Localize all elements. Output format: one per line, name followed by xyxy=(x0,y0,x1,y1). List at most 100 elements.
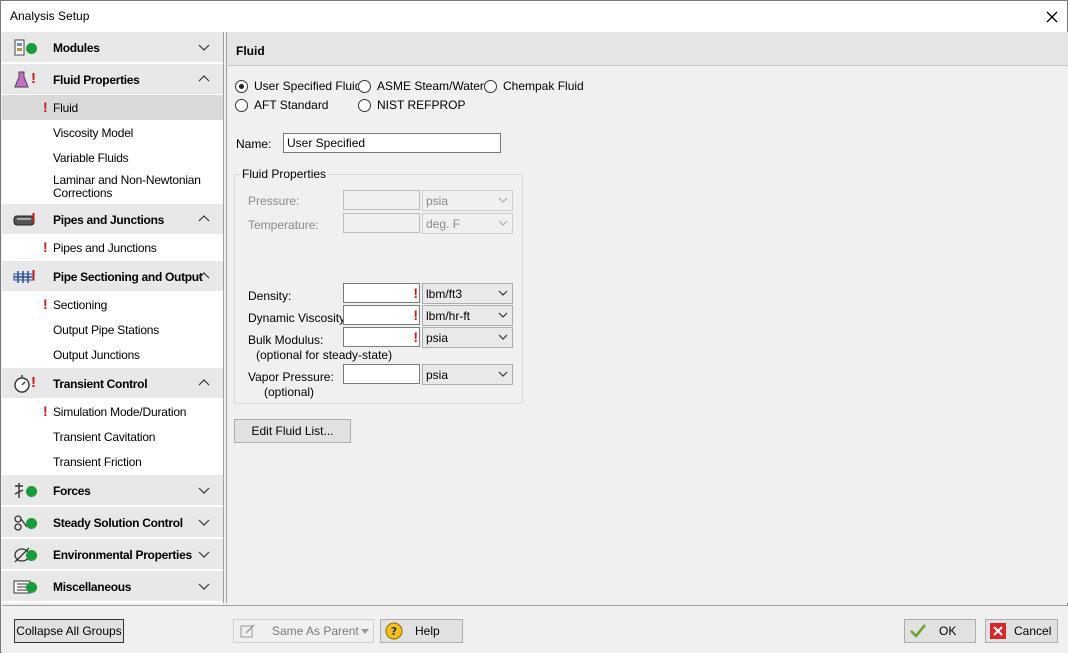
viscosity-label: Dynamic Viscosity: xyxy=(248,311,349,325)
sidebar-item-output-pipe-stations[interactable]: Output Pipe Stations xyxy=(2,317,223,342)
analysis-setup-window: Analysis Setup Modules ! Fluid Propertie… xyxy=(0,0,1068,653)
error-icon: ! xyxy=(43,403,48,419)
group-pipes-and-junctions[interactable]: ! Pipes and Junctions xyxy=(2,204,223,235)
cancel-button[interactable]: Cancel xyxy=(985,619,1058,643)
chevron-down-icon xyxy=(498,312,508,318)
sidebar-item-fluid[interactable]: ! Fluid xyxy=(2,95,223,120)
ok-button[interactable]: OK xyxy=(904,619,976,643)
collapse-all-groups-button[interactable]: Collapse All Groups xyxy=(14,619,124,643)
radio-nist-refprop[interactable]: NIST REFPROP xyxy=(358,98,465,112)
sidebar-item-sectioning[interactable]: ! Sectioning xyxy=(2,292,223,317)
group-modules[interactable]: Modules xyxy=(2,32,223,63)
sidebar-item-label: Laminar and Non-Newtonian Corrections xyxy=(53,174,213,200)
pressure-unit-value: psia xyxy=(426,194,449,208)
vapor-pressure-unit-value: psia xyxy=(426,368,449,382)
sidebar-item-pipes-and-junctions[interactable]: ! Pipes and Junctions xyxy=(2,235,223,260)
sidebar-item-laminar-corrections[interactable]: Laminar and Non-Newtonian Corrections xyxy=(2,170,223,206)
sidebar: Modules ! Fluid Properties ! Fluid Visco… xyxy=(2,32,224,603)
radio-label: Chempak Fluid xyxy=(503,79,584,93)
vapor-pressure-label: Vapor Pressure: xyxy=(248,370,334,384)
viscosity-input[interactable]: ! xyxy=(343,305,420,325)
group-label: Modules xyxy=(53,41,100,55)
ok-check-icon xyxy=(26,550,37,561)
dropdown-arrow-icon xyxy=(361,629,369,634)
temperature-label: Temperature: xyxy=(248,218,319,232)
radio-indicator xyxy=(235,98,248,112)
radio-label: User Specified Fluid xyxy=(254,79,362,93)
sidebar-item-transient-cavitation[interactable]: Transient Cavitation xyxy=(2,424,223,449)
group-label: Transient Control xyxy=(53,377,148,391)
chevron-down-icon xyxy=(498,290,508,296)
chevron-down-icon xyxy=(198,44,210,51)
sidebar-item-variable-fluids[interactable]: Variable Fluids xyxy=(2,145,223,170)
sidebar-item-output-junctions[interactable]: Output Junctions xyxy=(2,342,223,367)
close-button[interactable] xyxy=(1037,1,1067,32)
title-bar: Analysis Setup xyxy=(1,1,1067,32)
sidebar-item-label: Transient Cavitation xyxy=(53,430,156,444)
radio-user-specified-fluid[interactable]: User Specified Fluid xyxy=(235,79,361,93)
group-label: Pipe Sectioning and Output xyxy=(53,270,203,284)
edit-document-icon xyxy=(240,624,255,638)
ok-check-icon xyxy=(26,43,37,54)
window-title: Analysis Setup xyxy=(10,9,90,23)
error-icon: ! xyxy=(31,210,36,227)
sidebar-item-label: Output Junctions xyxy=(53,348,140,362)
group-fluid-properties[interactable]: ! Fluid Properties xyxy=(2,64,223,95)
radio-aft-standard[interactable]: AFT Standard xyxy=(235,98,328,112)
group-environmental-properties[interactable]: Environmental Properties xyxy=(2,539,223,570)
cancel-label: Cancel xyxy=(1014,624,1052,638)
close-icon xyxy=(1046,11,1058,22)
temperature-unit-select: deg. F xyxy=(422,213,513,234)
sidebar-item-transient-friction[interactable]: Transient Friction xyxy=(2,449,223,474)
bulk-modulus-input[interactable]: ! xyxy=(343,327,420,347)
chevron-down-icon xyxy=(198,519,210,526)
group-steady-solution-control[interactable]: Steady Solution Control xyxy=(2,507,223,538)
label-line-2: Corrections xyxy=(53,186,113,200)
required-error-icon: ! xyxy=(413,329,418,345)
error-icon: ! xyxy=(31,267,36,284)
chevron-up-icon xyxy=(198,379,210,386)
radio-asme-steam-water[interactable]: ASME Steam/Water xyxy=(358,79,484,93)
group-pipe-sectioning[interactable]: ! Pipe Sectioning and Output xyxy=(2,261,223,292)
group-label: Forces xyxy=(53,484,91,498)
group-transient-control[interactable]: ! Transient Control xyxy=(2,368,223,399)
svg-text:?: ? xyxy=(391,625,397,638)
sidebar-item-simulation-mode[interactable]: ! Simulation Mode/Duration xyxy=(2,399,223,424)
edit-fluid-list-button[interactable]: Edit Fluid List... xyxy=(234,419,351,443)
help-button[interactable]: ? Help xyxy=(380,619,463,643)
radio-label: ASME Steam/Water xyxy=(377,79,484,93)
bulk-modulus-unit-select[interactable]: psia xyxy=(422,327,513,348)
name-input[interactable]: User Specified xyxy=(283,133,501,153)
radio-indicator xyxy=(484,79,497,93)
chevron-down-icon xyxy=(498,197,508,203)
pressure-input xyxy=(343,190,420,210)
panel-header: Fluid xyxy=(226,32,1068,66)
density-unit-select[interactable]: lbm/ft3 xyxy=(422,283,513,304)
pressure-unit-select: psia xyxy=(422,190,513,211)
same-as-parent-label: Same As Parent xyxy=(272,624,359,638)
sidebar-item-label: Transient Friction xyxy=(53,455,142,469)
error-icon: ! xyxy=(43,296,48,312)
same-as-parent-button: Same As Parent xyxy=(233,619,374,643)
vapor-pressure-input[interactable] xyxy=(343,364,420,384)
viscosity-unit-select[interactable]: lbm/hr-ft xyxy=(422,305,513,326)
group-forces[interactable]: Forces xyxy=(2,475,223,506)
radio-chempak-fluid[interactable]: Chempak Fluid xyxy=(484,79,584,93)
chevron-up-icon xyxy=(198,75,210,82)
sidebar-item-label: Viscosity Model xyxy=(53,126,134,140)
group-label: Miscellaneous xyxy=(53,580,132,594)
vapor-pressure-unit-select[interactable]: psia xyxy=(422,364,513,385)
cancel-x-icon xyxy=(990,623,1006,639)
density-unit-value: lbm/ft3 xyxy=(426,287,463,301)
error-icon: ! xyxy=(43,99,48,115)
bulk-modulus-unit-value: psia xyxy=(426,331,449,345)
help-label: Help xyxy=(415,624,440,638)
vapor-pressure-note: (optional) xyxy=(264,385,315,399)
sidebar-item-label: Simulation Mode/Duration xyxy=(53,405,187,419)
group-label: Environmental Properties xyxy=(53,548,192,562)
chevron-up-icon xyxy=(198,272,210,279)
sidebar-item-viscosity-model[interactable]: Viscosity Model xyxy=(2,120,223,145)
radio-indicator xyxy=(358,79,371,93)
group-miscellaneous[interactable]: Miscellaneous xyxy=(2,571,223,602)
density-input[interactable]: ! xyxy=(343,283,420,303)
